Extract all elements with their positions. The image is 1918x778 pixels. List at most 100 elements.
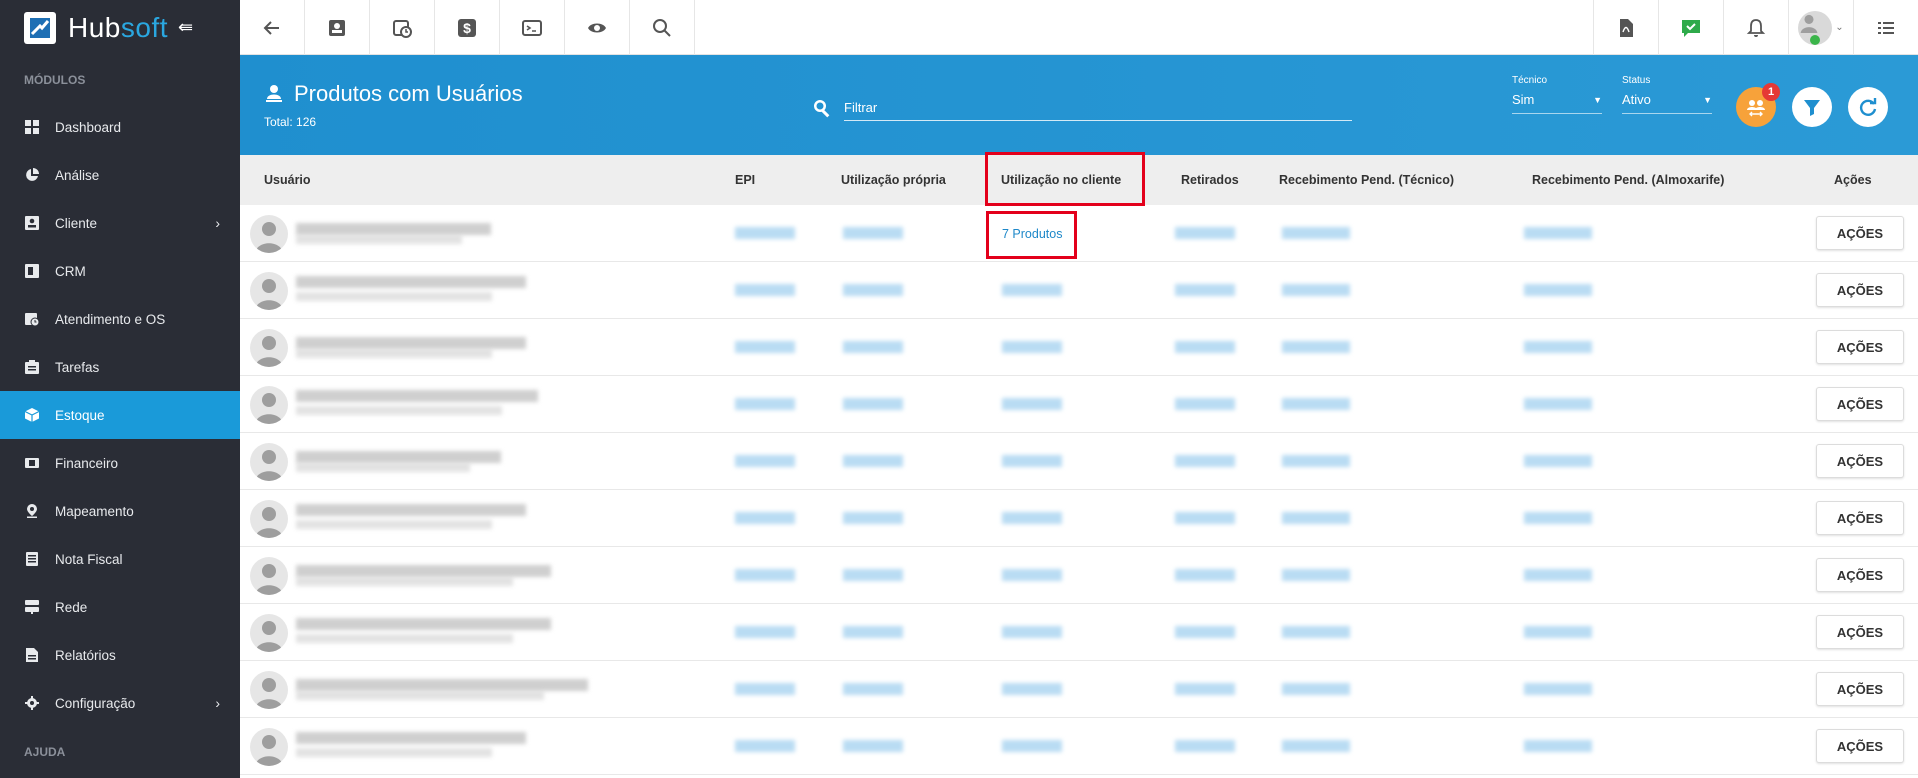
redacted-receb-almoxarife-value (1524, 227, 1592, 239)
sidebar-item-tarefas[interactable]: Tarefas (0, 343, 240, 391)
contacts-button[interactable] (305, 0, 370, 55)
tasks-icon (24, 359, 40, 375)
column-header-retirados[interactable]: Retirados (1181, 173, 1239, 187)
acoes-button[interactable]: AÇÕES (1816, 330, 1904, 364)
acoes-button[interactable]: AÇÕES (1816, 672, 1904, 706)
transfer-users-button[interactable]: 1 (1736, 83, 1780, 127)
redacted-receb-tecnico-value (1282, 740, 1350, 752)
redacted-utilizacao-propria-value (843, 284, 903, 296)
highlight-column-utilizacao-cliente (985, 152, 1145, 206)
acoes-button[interactable]: AÇÕES (1816, 615, 1904, 649)
redacted-retirados-value (1175, 284, 1235, 296)
redacted-utilizacao-propria-value (843, 626, 903, 638)
sidebar-item-label: Tarefas (55, 359, 100, 375)
redacted-user-detail (296, 634, 513, 643)
filter-button[interactable] (1792, 87, 1832, 127)
acoes-button[interactable]: AÇÕES (1816, 444, 1904, 478)
redacted-user-detail (296, 406, 502, 415)
sidebar-item-dashboard[interactable]: Dashboard (0, 103, 240, 151)
redacted-retirados-value (1175, 569, 1235, 581)
tecnico-select[interactable]: Técnico Sim ▼ (1512, 75, 1602, 114)
redacted-utilizacao-propria-value (843, 398, 903, 410)
sidebar-item-crm[interactable]: CRM (0, 247, 240, 295)
column-header-usuario[interactable]: Usuário (264, 173, 311, 187)
acoes-button[interactable]: AÇÕES (1816, 558, 1904, 592)
hubsoft-logo-icon (24, 11, 56, 44)
redacted-retirados-value (1175, 512, 1235, 524)
sidebar-item-atendimento[interactable]: Atendimento e OS (0, 295, 240, 343)
column-header-epi[interactable]: EPI (735, 173, 755, 187)
status-select[interactable]: Status Ativo ▼ (1622, 75, 1712, 114)
sidebar-item-label: Mapeamento (55, 503, 134, 519)
redacted-utilizacao-cliente-value (1002, 683, 1062, 695)
filter-input[interactable] (844, 95, 1352, 121)
sidebar-item-label: Dashboard (55, 119, 122, 135)
list-icon (1878, 21, 1894, 34)
column-header-receb-almoxarife[interactable]: Recebimento Pend. (Almoxarife) (1532, 173, 1724, 187)
view-button[interactable] (565, 0, 630, 55)
sidebar-item-analise[interactable]: Análise (0, 151, 240, 199)
user-menu-button[interactable]: ⌄ (1788, 0, 1853, 55)
messages-button[interactable] (1658, 0, 1723, 55)
column-header-receb-tecnico[interactable]: Recebimento Pend. (Técnico) (1279, 173, 1454, 187)
brand-name: Hubsoft (68, 12, 168, 44)
sidebar-item-cliente[interactable]: Cliente › (0, 199, 240, 247)
redacted-utilizacao-cliente-value (1002, 569, 1062, 581)
column-header-utilizacao-propria[interactable]: Utilização própria (841, 173, 946, 187)
invoice-icon (24, 551, 40, 567)
back-button[interactable] (240, 0, 305, 55)
sidebar-item-label: CRM (55, 263, 86, 279)
redacted-receb-almoxarife-value (1524, 284, 1592, 296)
sidebar-item-estoque[interactable]: Estoque (0, 391, 240, 439)
acoes-button[interactable]: AÇÕES (1816, 729, 1904, 763)
refresh-button[interactable] (1848, 87, 1888, 127)
status-value: Ativo (1622, 92, 1651, 107)
acoes-button[interactable]: AÇÕES (1816, 387, 1904, 421)
calendar-clock-icon (24, 311, 40, 327)
notifications-button[interactable] (1723, 0, 1788, 55)
redacted-receb-almoxarife-value (1524, 455, 1592, 467)
chevron-down-icon: ⌄ (1835, 22, 1844, 33)
sidebar-item-configuracao[interactable]: Configuração › (0, 679, 240, 727)
table-row: AÇÕES (240, 604, 1918, 661)
acoes-button[interactable]: AÇÕES (1816, 216, 1904, 250)
search-button[interactable] (630, 0, 695, 55)
sidebar-item-nota-fiscal[interactable]: Nota Fiscal (0, 535, 240, 583)
table-row: 7 Produtos AÇÕES (240, 205, 1918, 262)
sidebar-item-rede[interactable]: Rede (0, 583, 240, 631)
redacted-epi-value (735, 227, 795, 239)
redacted-utilizacao-propria-value (843, 683, 903, 695)
funnel-icon (1804, 100, 1820, 116)
list-menu-button[interactable] (1853, 0, 1918, 55)
sidebar-item-financeiro[interactable]: Financeiro (0, 439, 240, 487)
redacted-retirados-value (1175, 626, 1235, 638)
schedule-button[interactable] (370, 0, 435, 55)
sidebar-item-label: Estoque (55, 407, 105, 423)
section-help: AJUDA (24, 745, 66, 759)
acoes-button[interactable]: AÇÕES (1816, 501, 1904, 535)
redacted-receb-tecnico-value (1282, 227, 1350, 239)
sidebar-item-label: Atendimento e OS (55, 311, 166, 327)
redacted-receb-almoxarife-value (1524, 683, 1592, 695)
pie-chart-icon (24, 167, 40, 183)
bell-icon (1746, 18, 1766, 37)
report-icon (24, 647, 40, 663)
sidebar-item-mapeamento[interactable]: Mapeamento (0, 487, 240, 535)
gear-icon (24, 695, 40, 711)
redacted-user-detail (296, 349, 492, 358)
calendar-clock-icon (393, 19, 412, 38)
redacted-user-detail (296, 520, 492, 529)
refresh-icon (1859, 98, 1877, 116)
acoes-button[interactable]: AÇÕES (1816, 273, 1904, 307)
finance-button[interactable]: $ (435, 0, 500, 55)
pdf-button[interactable] (1593, 0, 1658, 55)
redacted-user-name (296, 276, 526, 288)
redacted-retirados-value (1175, 683, 1235, 695)
users-transfer-icon (1747, 100, 1765, 117)
terminal-button[interactable] (500, 0, 565, 55)
redacted-epi-value (735, 626, 795, 638)
redacted-receb-almoxarife-value (1524, 740, 1592, 752)
collapse-menu-icon[interactable]: ⇚ (178, 17, 193, 38)
sidebar-item-relatorios[interactable]: Relatórios (0, 631, 240, 679)
redacted-utilizacao-cliente-value (1002, 284, 1062, 296)
